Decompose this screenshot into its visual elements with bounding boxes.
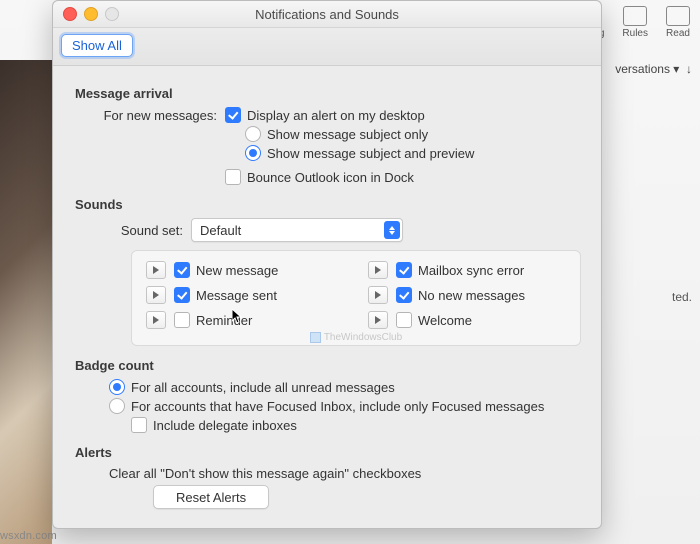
ribbon-label: Rules [622,28,648,39]
titlebar[interactable]: Notifications and Sounds [53,1,601,28]
ribbon-label: Read [666,28,690,39]
watermark-icon [310,332,321,343]
play-button[interactable] [368,286,388,304]
checkbox-sound[interactable] [396,262,412,278]
play-button[interactable] [146,286,166,304]
include-delegate-label: Include delegate inboxes [153,418,297,433]
subject-only-label: Show message subject only [267,127,428,142]
conversations-dropdown-partial[interactable]: versations ▾ ↓ [615,62,692,76]
ribbon-partial: Meeting Rules Read [590,0,700,66]
checkbox-sound[interactable] [396,312,412,328]
play-button[interactable] [368,261,388,279]
radio-badge-all[interactable] [109,379,125,395]
for-new-messages-label: For new messages: [75,108,225,123]
checkbox-display-alert[interactable] [225,107,241,123]
ribbon-rules[interactable]: Rules [622,6,648,39]
window-title: Notifications and Sounds [53,7,601,22]
display-alert-label: Display an alert on my desktop [247,108,425,123]
rules-icon [623,6,647,26]
watermark: TheWindowsClub [132,332,580,343]
ribbon-read[interactable]: Read [666,6,690,39]
sound-reminder: Reminder [146,311,344,329]
play-button[interactable] [146,311,166,329]
sound-set-value: Default [200,223,241,238]
select-stepper-icon [384,221,400,239]
prefs-content: Message arrival For new messages: Displa… [53,66,601,528]
chevron-down-icon: ▾ [673,62,679,76]
sound-set-select[interactable]: Default [191,218,403,242]
radio-subject-preview[interactable] [245,145,261,161]
radio-subject-only[interactable] [245,126,261,142]
envelope-icon [666,6,690,26]
sound-message-sent: Message sent [146,286,344,304]
subject-preview-label: Show message subject and preview [267,146,474,161]
minimize-window-button[interactable] [84,7,98,21]
zoom-window-button-disabled [105,7,119,21]
sounds-box: New message Mailbox sync error Message s… [131,250,581,346]
play-button[interactable] [146,261,166,279]
mouse-cursor-icon [232,309,244,325]
truncated-text: ted. [672,290,692,304]
section-alerts: Alerts [75,445,579,460]
reset-alerts-button[interactable]: Reset Alerts [153,485,269,509]
sound-welcome: Welcome [368,311,566,329]
checkbox-sound[interactable] [396,287,412,303]
section-sounds: Sounds [75,197,579,212]
badge-all-label: For all accounts, include all unread mes… [131,380,395,395]
checkbox-sound[interactable] [174,287,190,303]
radio-badge-focused[interactable] [109,398,125,414]
clear-alerts-text: Clear all "Don't show this message again… [109,466,421,481]
prefs-toolbar: Show All [53,28,601,66]
section-message-arrival: Message arrival [75,86,579,101]
checkbox-bounce-dock[interactable] [225,169,241,185]
sound-sync-error: Mailbox sync error [368,261,566,279]
preferences-window: Notifications and Sounds Show All Messag… [52,0,602,529]
desktop-wallpaper-strip [0,60,52,544]
checkbox-sound[interactable] [174,312,190,328]
play-button[interactable] [368,311,388,329]
bounce-dock-label: Bounce Outlook icon in Dock [247,170,414,185]
section-badge-count: Badge count [75,358,579,373]
show-all-button[interactable]: Show All [61,34,133,57]
sound-new-message: New message [146,261,344,279]
window-controls [53,7,119,21]
sound-no-new: No new messages [368,286,566,304]
checkbox-include-delegate[interactable] [131,417,147,433]
badge-focused-label: For accounts that have Focused Inbox, in… [131,399,544,414]
checkbox-sound[interactable] [174,262,190,278]
close-window-button[interactable] [63,7,77,21]
source-watermark: wsxdn.com [0,530,57,542]
sound-set-label: Sound set: [75,223,191,238]
